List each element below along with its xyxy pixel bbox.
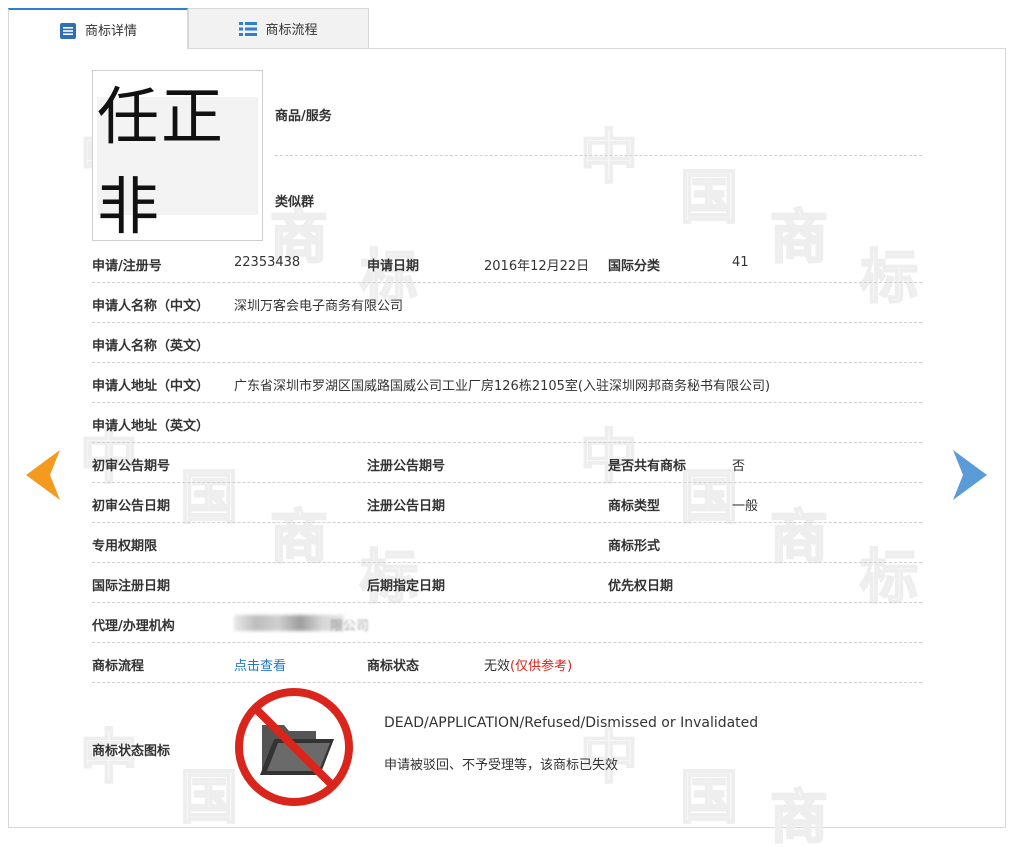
divider <box>92 682 922 683</box>
watermark-char: 中 <box>579 122 639 192</box>
applicant-en-label: 申请人名称（英文） <box>92 339 210 354</box>
tm-type-label: 商标类型 <box>608 499 661 514</box>
shared-tm-label: 是否共有商标 <box>608 459 687 474</box>
divider <box>92 282 922 283</box>
tm-status-label: 商标状态 <box>367 659 420 674</box>
tm-process-label: 商标流程 <box>92 659 145 674</box>
agent-value-redacted <box>234 615 344 631</box>
status-description-cn: 申请被驳回、不予受理等，该商标已失效 <box>384 758 619 773</box>
divider <box>92 362 922 363</box>
tab-bar: 商标详情 商标流程 <box>8 8 1008 49</box>
document-list-icon <box>59 22 77 39</box>
intl-class-value: 41 <box>732 255 749 270</box>
tm-status-text: 无效 <box>484 659 511 674</box>
address-cn-value: 广东省深圳市罗湖区国威路国威公司工业厂房126栋2105室(入驻深圳网邦商务秘书… <box>234 379 771 394</box>
tab-trademark-details[interactable]: 商标详情 <box>8 8 188 49</box>
divider <box>92 402 922 403</box>
tab-label: 商标流程 <box>265 23 318 38</box>
prev-arrow-icon[interactable] <box>26 450 60 504</box>
exclusive-period-label: 专用权期限 <box>92 539 158 554</box>
reg-no-label: 申请/注册号 <box>92 259 162 274</box>
trademark-image: 任正非 <box>92 70 263 243</box>
divider <box>92 602 922 603</box>
address-cn-label: 申请人地址（中文） <box>92 379 210 394</box>
priority-date-label: 优先权日期 <box>608 579 674 594</box>
trademark-logo-text: 任正非 <box>97 80 226 243</box>
watermark-char: 国 <box>679 162 739 232</box>
next-arrow-icon[interactable] <box>953 450 987 504</box>
reg-pub-no-label: 注册公告期号 <box>367 459 446 474</box>
divider <box>92 442 922 443</box>
invalid-status-icon <box>234 687 354 807</box>
shared-tm-value: 否 <box>732 459 746 474</box>
applicant-cn-value: 深圳万客会电子商务有限公司 <box>234 299 404 314</box>
watermark-char: 标 <box>859 242 919 312</box>
status-description-en: DEAD/APPLICATION/Refused/Dismissed or In… <box>384 715 759 731</box>
watermark-char: 国 <box>179 762 239 832</box>
similar-group-label: 类似群 <box>275 195 315 210</box>
view-process-link[interactable]: 点击查看 <box>234 655 286 674</box>
grid-list-icon <box>239 21 258 37</box>
reg-no-value: 22353438 <box>234 255 301 270</box>
agent-label: 代理/办理机构 <box>92 619 175 634</box>
watermark-char: 商 <box>769 202 829 272</box>
divider <box>92 322 922 323</box>
tm-status-icon-label: 商标状态图标 <box>92 744 171 759</box>
tm-status-note: (仅供参考) <box>510 659 573 674</box>
applicant-cn-label: 申请人名称（中文） <box>92 299 210 314</box>
app-date-value: 2016年12月22日 <box>484 259 590 274</box>
agent-value-suffix: 限公司 <box>330 619 370 634</box>
tm-form-label: 商标形式 <box>608 539 661 554</box>
divider <box>92 562 922 563</box>
tm-type-value: 一般 <box>732 499 759 514</box>
divider <box>92 482 922 483</box>
reg-pub-date-label: 注册公告日期 <box>367 499 446 514</box>
later-designation-label: 后期指定日期 <box>367 579 446 594</box>
watermark-char: 商 <box>769 782 829 852</box>
goods-services-label: 商品/服务 <box>275 109 332 124</box>
tab-label: 商标详情 <box>84 24 137 39</box>
tm-status-value: 无效(仅供参考) <box>484 655 572 674</box>
intl-class-label: 国际分类 <box>608 259 661 274</box>
prelim-pub-no-label: 初审公告期号 <box>92 459 171 474</box>
prelim-pub-date-label: 初审公告日期 <box>92 499 171 514</box>
app-date-label: 申请日期 <box>367 259 420 274</box>
divider <box>92 642 922 643</box>
tab-trademark-process[interactable]: 商标流程 <box>188 8 369 48</box>
intl-reg-date-label: 国际注册日期 <box>92 579 171 594</box>
divider <box>92 522 922 523</box>
address-en-label: 申请人地址（英文） <box>92 419 210 434</box>
trademark-image-canvas: 任正非 <box>97 80 258 243</box>
divider <box>275 155 922 156</box>
watermark-char: 国 <box>679 762 739 832</box>
